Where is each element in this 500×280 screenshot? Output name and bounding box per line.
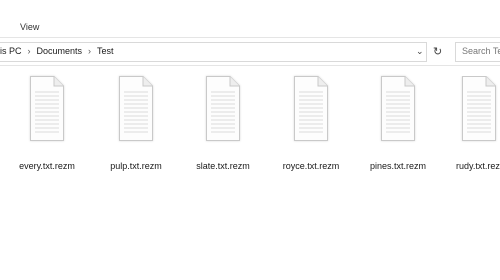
text-document-icon [206,76,240,141]
refresh-icon[interactable]: ↻ [433,46,442,58]
file-name: rudy.txt.rez [456,161,500,171]
search-input[interactable]: Search Te [455,42,500,62]
chevron-right-icon[interactable]: › [28,46,31,56]
text-document-icon [381,76,415,141]
tab-view[interactable]: View [20,22,39,32]
breadcrumb: is PC › Documents › Test [0,46,114,56]
ribbon-tabs: View [0,0,500,37]
breadcrumb-this-pc[interactable]: is PC [0,46,22,56]
text-document-icon [30,76,64,141]
file-name: slate.txt.rezm [196,161,250,171]
chevron-down-icon[interactable]: ⌄ [416,46,424,57]
address-bar[interactable]: is PC › Documents › Test ⌄ [0,42,427,62]
file-item[interactable]: royce.txt.rezm [268,76,354,176]
breadcrumb-test[interactable]: Test [97,46,114,56]
chevron-right-icon[interactable]: › [88,46,91,56]
text-document-icon [294,76,328,141]
breadcrumb-documents[interactable]: Documents [37,46,83,56]
search-placeholder: Search Te [462,46,500,56]
file-name: pulp.txt.rezm [110,161,162,171]
file-item[interactable]: rudy.txt.rez [414,76,500,176]
file-item[interactable]: slate.txt.rezm [180,76,266,176]
file-item[interactable]: pulp.txt.rezm [93,76,179,176]
file-name: every.txt.rezm [19,161,75,171]
text-document-icon [462,76,496,141]
file-item[interactable]: every.txt.rezm [4,76,90,176]
text-document-icon [119,76,153,141]
file-name: royce.txt.rezm [282,161,340,171]
file-list: every.txt.rezm pulp.txt.rezm slate.txt.r… [0,65,500,280]
address-row: is PC › Documents › Test ⌄ ↻ Search Te [0,37,500,66]
